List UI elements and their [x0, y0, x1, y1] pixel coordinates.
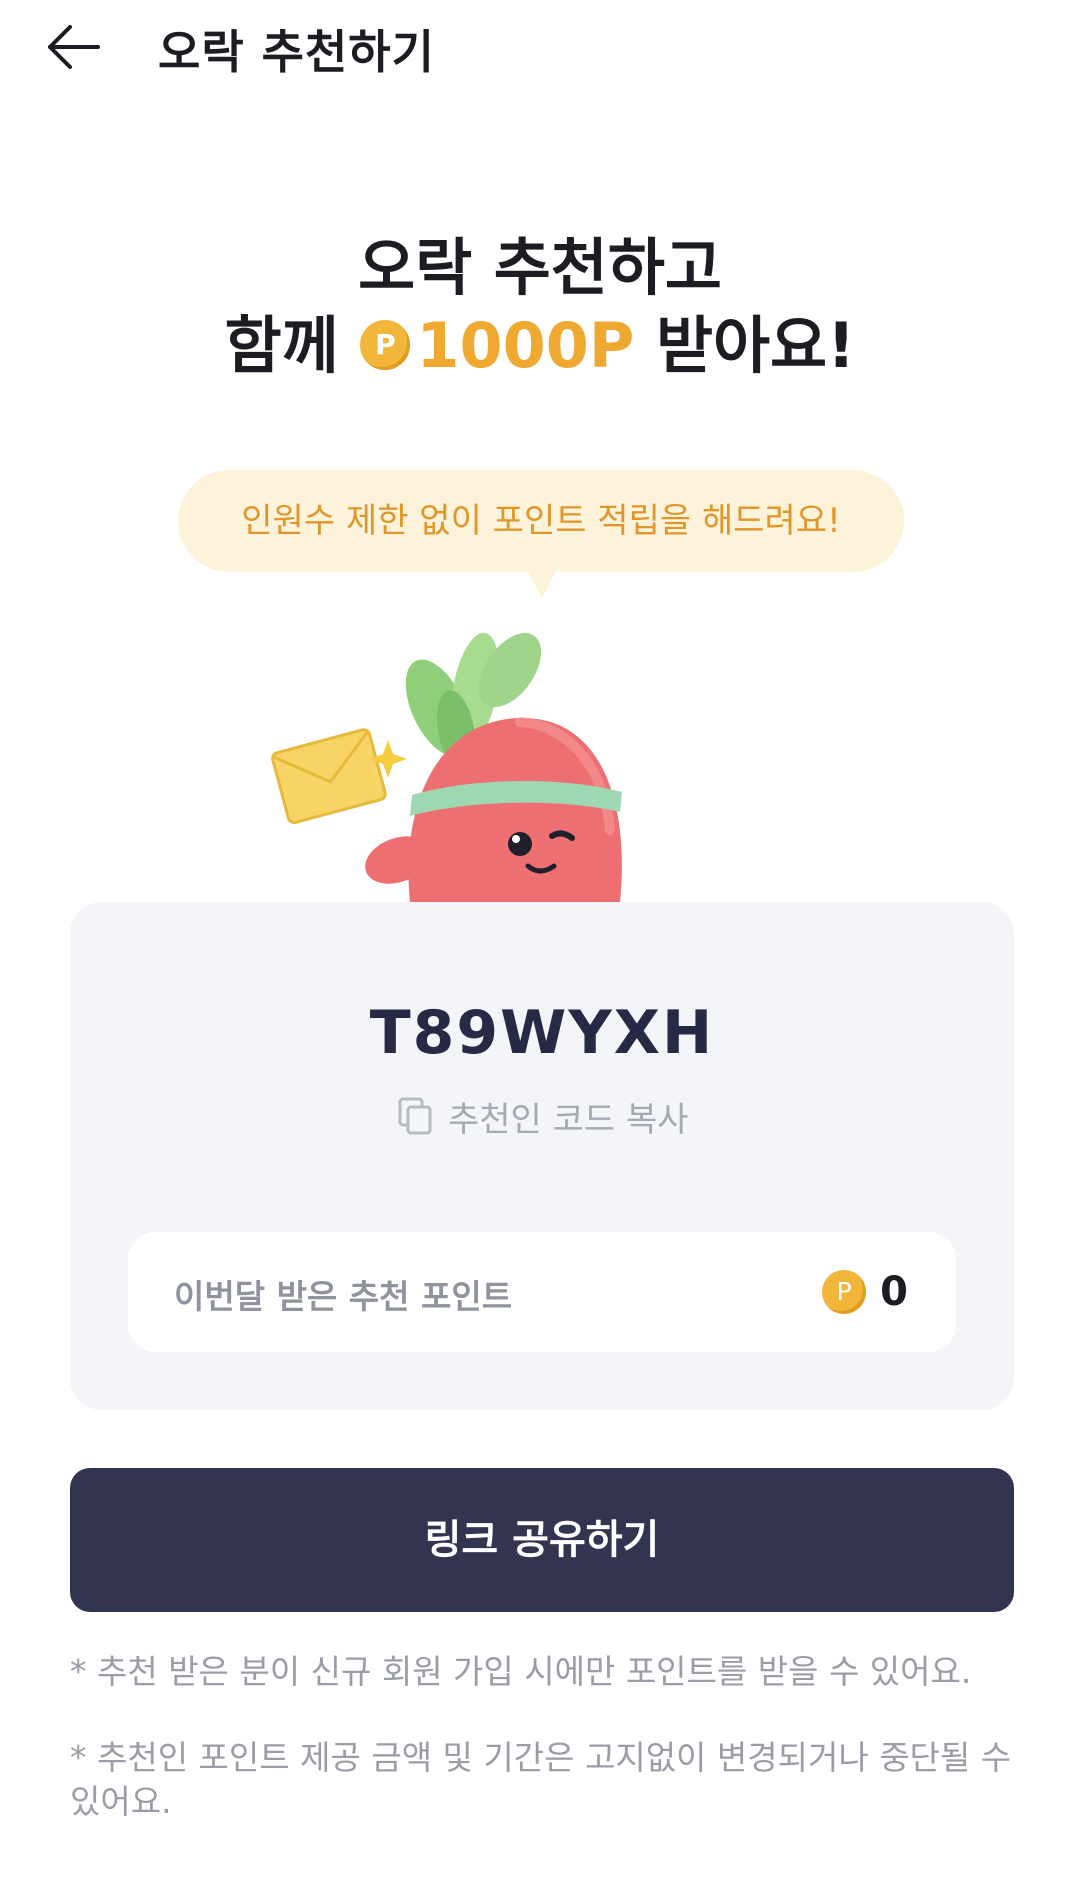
copy-code-label: 추천인 코드 복사	[448, 1099, 689, 1140]
page-title: 오락 추천하기	[158, 25, 435, 79]
note-item: * 추천인 포인트 제공 금액 및 기간은 고지없이 변경되거나 중단될 수 있…	[70, 1738, 1012, 1821]
arrow-left-icon	[48, 25, 100, 69]
referral-card: T89WYXH 추천인 코드 복사 이번달 받은 추천 포인트 P 0	[70, 902, 1014, 1410]
monthly-points-label: 이번달 받은 추천 포인트	[174, 1277, 513, 1316]
point-coin-icon: P	[360, 319, 411, 370]
copy-code-button[interactable]: 추천인 코드 복사	[398, 1092, 689, 1140]
headline-line-1: 오락 추천하고	[358, 231, 722, 304]
headline-suffix: 받아요!	[655, 309, 856, 382]
copy-icon	[398, 1097, 432, 1135]
monthly-points: P 0	[822, 1264, 908, 1320]
speech-bubble: 인원수 제한 없이 포인트 적립을 해드려요!	[178, 470, 904, 572]
radish-mascot-illustration	[271, 632, 622, 902]
share-link-button[interactable]: 링크 공유하기	[70, 1468, 1014, 1612]
headline-points-amount: 1000P	[416, 309, 635, 382]
note-item: * 추천 받은 분이 신규 회원 가입 시에만 포인트를 받을 수 있어요.	[70, 1652, 972, 1691]
monthly-points-box: 이번달 받은 추천 포인트 P 0	[128, 1232, 956, 1352]
headline-prefix: 함께	[224, 309, 339, 382]
speech-bubble-tail	[526, 568, 558, 598]
back-button[interactable]	[44, 22, 104, 72]
point-coin-icon: P	[822, 1270, 867, 1314]
top-app-bar: 오락 추천하기	[0, 0, 1080, 100]
headline-line-2: 함께 P 1000P 받아요!	[0, 306, 1080, 386]
referral-code: T89WYXH	[369, 998, 715, 1068]
monthly-points-value: 0	[880, 1269, 908, 1315]
